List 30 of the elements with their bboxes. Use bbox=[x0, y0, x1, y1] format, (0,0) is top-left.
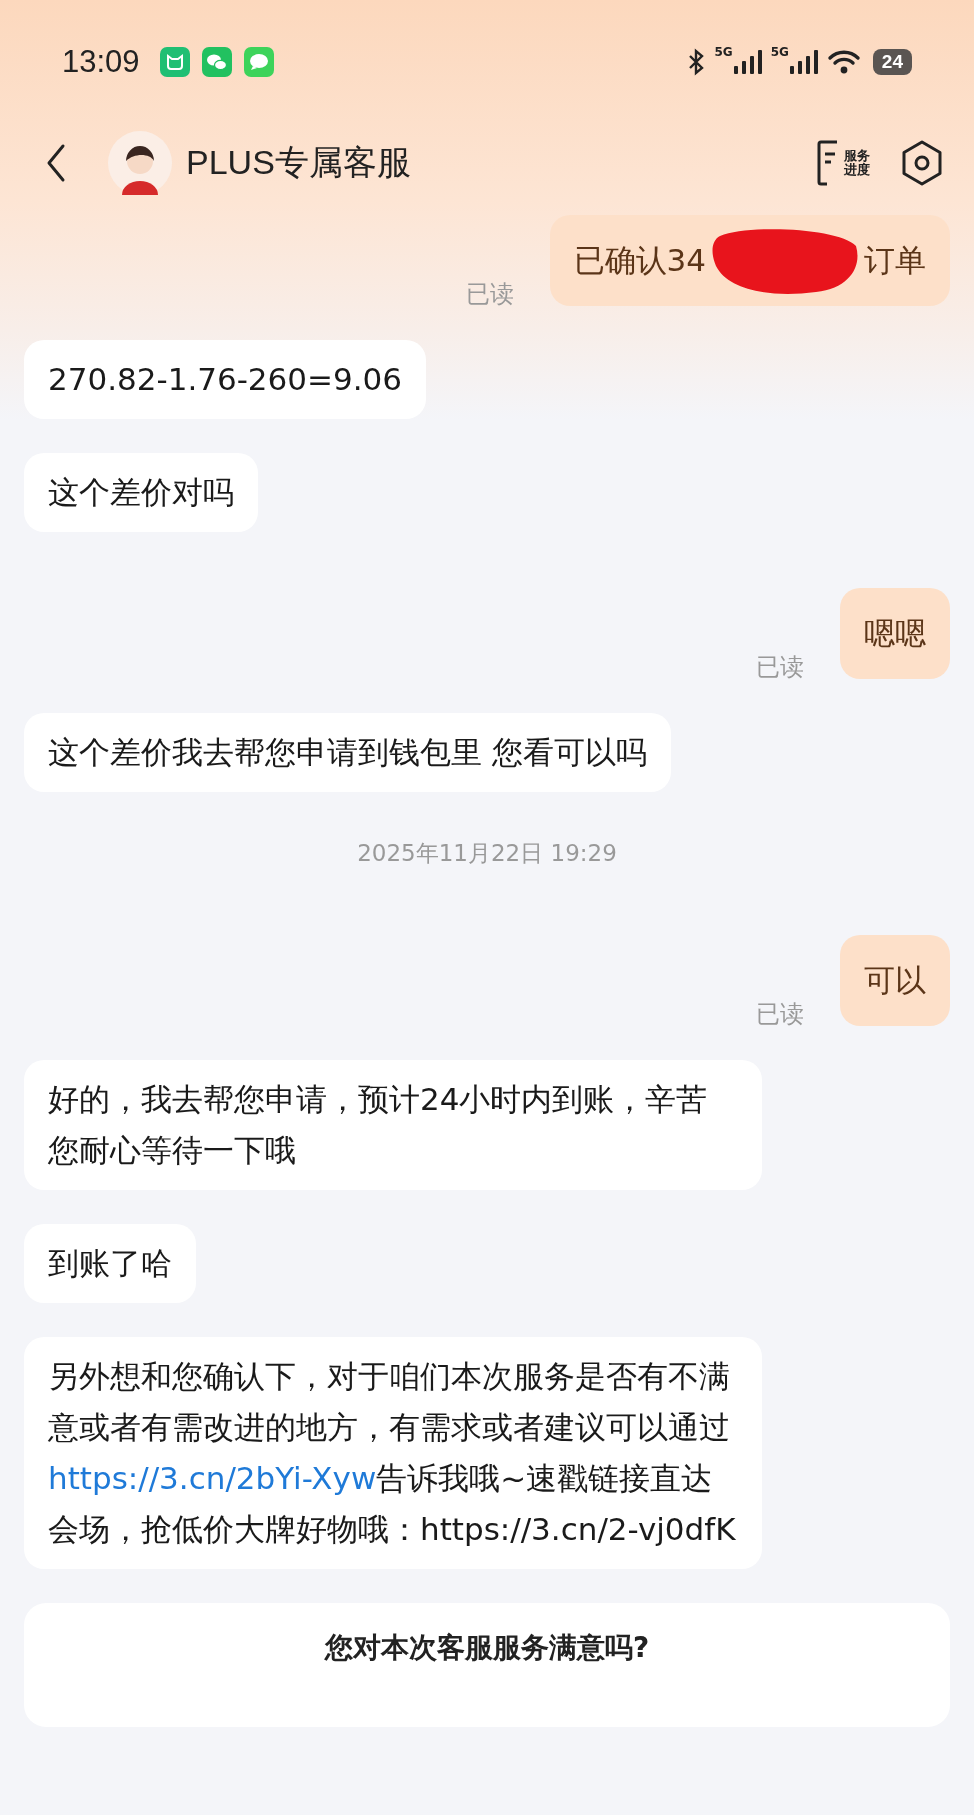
message-text: 另外想和您确认下，对于咱们本次服务是否有不满意或者有需改进的地方，有需求或者建议可以通过 https://3.cn/2bYi-Xyw告诉我哦~速戳链接直达会场，抢低价大牌好物哦：https://3.cn/2-vj0dfK bbox=[48, 1357, 737, 1549]
settings-icon[interactable] bbox=[900, 139, 944, 187]
signal-icon bbox=[788, 49, 819, 75]
battery-indicator: 24 bbox=[872, 49, 912, 75]
message-text: 270.82-1.76-260=9.06 bbox=[48, 360, 403, 399]
timestamp: 2025年11月22日 19:29 bbox=[357, 839, 617, 868]
clock: 13:09 bbox=[62, 44, 140, 80]
message-text: 到账了哈 bbox=[48, 1244, 172, 1283]
link[interactable]: https://3.cn/2bYi-Xyw bbox=[48, 1460, 377, 1496]
network-label: 5G bbox=[770, 45, 789, 59]
service-progress-button[interactable]: 服务 进度 bbox=[817, 140, 870, 186]
message-text: 可以 bbox=[864, 962, 926, 998]
avatar bbox=[108, 131, 172, 195]
message-text: 已确认34 bbox=[573, 241, 706, 280]
message-text: 这个差价我去帮您申请到钱包里 您看可以吗 bbox=[48, 733, 647, 772]
wifi-icon bbox=[826, 49, 861, 75]
chat-app-icon bbox=[201, 47, 232, 77]
network-label: 5G bbox=[714, 45, 733, 59]
message-text: 好的，我去帮您申请，预计24小时内到账，辛苦您耐心等待一下哦 bbox=[48, 1080, 709, 1170]
message-text: 嗯嗯 bbox=[864, 615, 926, 651]
read-receipt: 已读 bbox=[756, 999, 804, 1030]
signal-icon bbox=[732, 49, 763, 75]
message-text: 订单 bbox=[864, 241, 926, 280]
message-app-icon bbox=[243, 47, 274, 77]
survey-title: 您对本次客服服务满意吗? bbox=[324, 1630, 650, 1666]
message-text: 这个差价对吗 bbox=[48, 473, 234, 512]
app-notification-icon bbox=[159, 47, 190, 77]
read-receipt: 已读 bbox=[465, 279, 514, 310]
read-receipt: 已读 bbox=[756, 652, 804, 683]
chat-title: PLUS专属客服 bbox=[186, 142, 411, 183]
